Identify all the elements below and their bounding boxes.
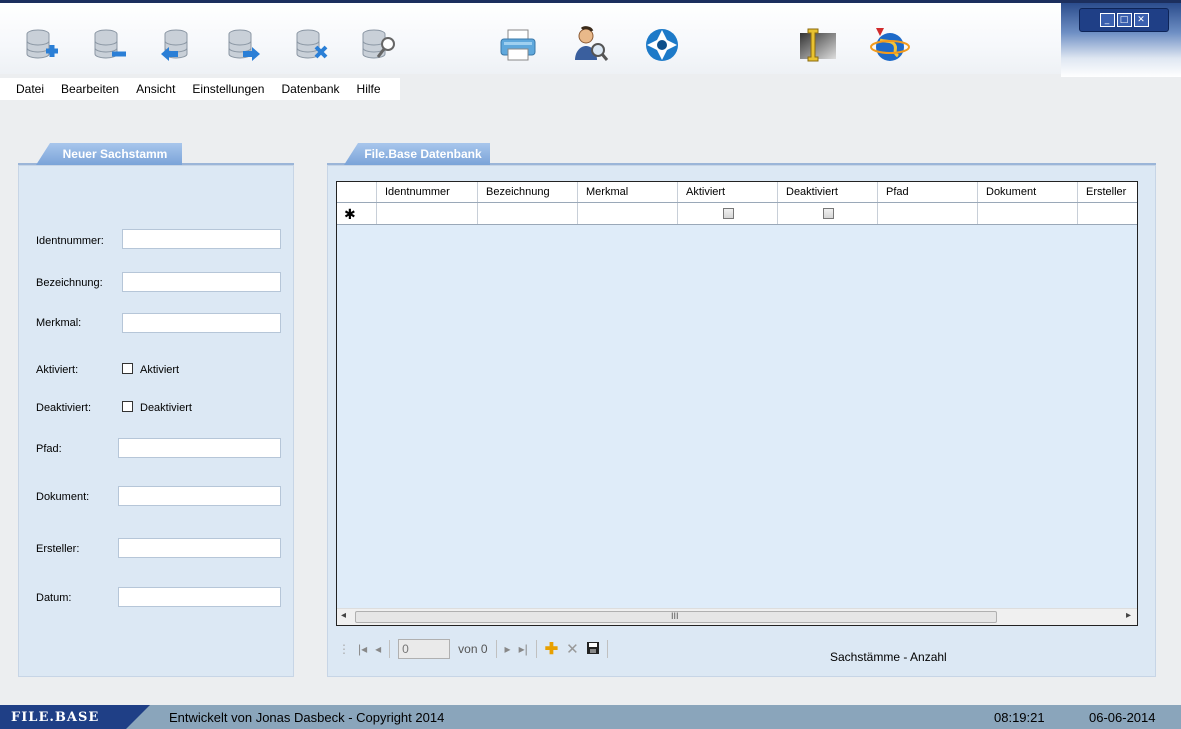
ersteller-field[interactable]	[118, 538, 281, 558]
dokument-label: Dokument:	[36, 491, 90, 503]
status-bar: FILE.BASE Entwickelt von Jonas Dasbeck -…	[0, 705, 1181, 729]
menu-bar: Datei Bearbeiten Ansicht Einstellungen D…	[0, 78, 400, 100]
grid-cell[interactable]	[1078, 203, 1137, 224]
column-header[interactable]: Bezeichnung	[478, 182, 578, 202]
deaktiviert-checkbox[interactable]	[122, 401, 133, 412]
aktiviert-checkbox-label[interactable]: Aktiviert	[140, 364, 179, 376]
top-toolbar: _ □ ✕	[0, 0, 1181, 77]
column-header[interactable]: Identnummer	[377, 182, 478, 202]
pfad-field[interactable]	[118, 438, 281, 458]
new-record-panel: Identnummer: Bezeichnung: Merkmal: Aktiv…	[18, 165, 294, 677]
bezeichnung-field[interactable]	[122, 272, 281, 292]
delete-icon[interactable]: ✕	[566, 640, 579, 658]
column-header[interactable]: Dokument	[978, 182, 1078, 202]
menu-datei[interactable]: Datei	[8, 82, 53, 96]
grid-cell[interactable]	[878, 203, 978, 224]
globe-icon[interactable]	[870, 25, 910, 65]
clock-date: 06-06-2014	[1089, 710, 1156, 725]
aktiviert-checkbox[interactable]	[122, 363, 133, 374]
column-header[interactable]: Ersteller	[1078, 182, 1137, 202]
count-label: von 0	[458, 642, 488, 656]
identnummer-label: Identnummer:	[36, 235, 104, 247]
printer-icon[interactable]	[498, 25, 538, 65]
aperture-icon[interactable]	[642, 25, 682, 65]
db-remove-icon[interactable]	[90, 25, 130, 65]
tab-neuer-sachstamm[interactable]: Neuer Sachstamm	[36, 143, 182, 165]
close-button[interactable]: ✕	[1133, 13, 1149, 27]
minimize-button[interactable]: _	[1099, 13, 1115, 27]
menu-ansicht[interactable]: Ansicht	[128, 82, 184, 96]
move-last-icon[interactable]: ▸|	[519, 642, 528, 656]
deaktiviert-cell-checkbox[interactable]	[823, 208, 834, 219]
db-forward-icon[interactable]	[224, 25, 264, 65]
aktiviert-cell-checkbox[interactable]	[723, 208, 734, 219]
pfad-label: Pfad:	[36, 443, 62, 455]
merkmal-label: Merkmal:	[36, 317, 82, 329]
grid-cell[interactable]	[377, 203, 478, 224]
aktiviert-label: Aktiviert:	[36, 364, 79, 376]
menu-einstellungen[interactable]: Einstellungen	[184, 82, 273, 96]
scroll-left-icon[interactable]: ◂	[341, 610, 346, 621]
binding-navigator: ⋮ |◂ ◂ 0 von 0 ▸ ▸| ✚ ✕	[338, 637, 608, 661]
info-icon[interactable]	[798, 25, 838, 65]
column-header[interactable]: Aktiviert	[678, 182, 778, 202]
grid-cell[interactable]	[678, 203, 778, 224]
move-previous-icon[interactable]: ◂	[375, 642, 381, 656]
scroll-grip: III	[671, 611, 679, 621]
maximize-button[interactable]: □	[1116, 13, 1132, 27]
identnummer-field[interactable]	[122, 229, 281, 249]
separator	[606, 640, 608, 658]
clock-time: 08:19:21	[994, 710, 1045, 725]
menu-hilfe[interactable]: Hilfe	[349, 82, 390, 96]
data-grid[interactable]: Identnummer Bezeichnung Merkmal Aktivier…	[336, 181, 1138, 626]
row-header-corner	[337, 182, 377, 202]
grid-header: Identnummer Bezeichnung Merkmal Aktivier…	[337, 182, 1137, 203]
scroll-thumb[interactable]: III	[355, 611, 997, 623]
separator	[495, 640, 497, 658]
new-row-marker-icon: ✱	[337, 203, 377, 224]
ersteller-label: Ersteller:	[36, 543, 80, 555]
datum-label: Datum:	[36, 592, 72, 604]
copyright-text: Entwickelt von Jonas Dasbeck - Copyright…	[169, 710, 445, 725]
scroll-right-icon[interactable]: ▸	[1126, 610, 1131, 621]
grid-cell[interactable]	[478, 203, 578, 224]
db-delete-icon[interactable]	[292, 25, 332, 65]
table-row[interactable]: ✱	[337, 203, 1137, 225]
bezeichnung-label: Bezeichnung:	[36, 277, 103, 289]
column-header[interactable]: Merkmal	[578, 182, 678, 202]
separator	[535, 640, 537, 658]
record-count-label: Sachstämme - Anzahl	[830, 650, 947, 664]
merkmal-field[interactable]	[122, 313, 281, 333]
dokument-field[interactable]	[118, 486, 281, 506]
brand-logo: FILE.BASE	[0, 705, 150, 729]
position-field[interactable]: 0	[398, 639, 451, 659]
user-search-icon[interactable]	[570, 25, 610, 65]
add-new-icon[interactable]: ✚	[545, 639, 558, 659]
db-search-icon[interactable]	[358, 25, 398, 65]
grid-cell[interactable]	[778, 203, 878, 224]
window-controls: _ □ ✕	[1079, 8, 1169, 32]
deaktiviert-checkbox-label[interactable]: Deaktiviert	[140, 402, 192, 414]
menu-datenbank[interactable]: Datenbank	[273, 82, 348, 96]
move-next-icon[interactable]: ▸	[505, 642, 511, 656]
grid-cell[interactable]	[578, 203, 678, 224]
separator	[389, 640, 391, 658]
move-first-icon[interactable]: |◂	[358, 642, 367, 656]
db-back-icon[interactable]	[156, 25, 196, 65]
grid-cell[interactable]	[978, 203, 1078, 224]
nav-grip-icon: ⋮	[338, 642, 350, 656]
column-header[interactable]: Pfad	[878, 182, 978, 202]
menu-bearbeiten[interactable]: Bearbeiten	[53, 82, 128, 96]
datum-field[interactable]	[118, 587, 281, 607]
save-icon[interactable]	[586, 641, 599, 657]
tab-file-base-datenbank[interactable]: File.Base Datenbank	[344, 143, 490, 165]
horizontal-scrollbar[interactable]: ◂ III ▸	[337, 608, 1137, 625]
column-header[interactable]: Deaktiviert	[778, 182, 878, 202]
db-add-icon[interactable]	[22, 25, 62, 65]
deaktiviert-label: Deaktiviert:	[36, 402, 92, 414]
